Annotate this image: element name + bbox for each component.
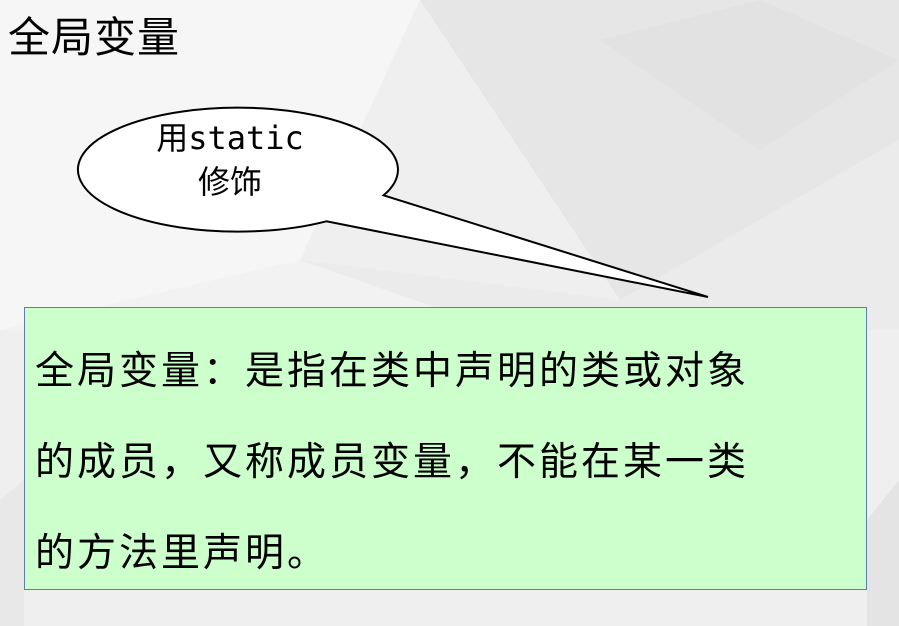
- definition-text: 全局变量：是指在类中声明的类或对象 的成员，又称成员变量，不能在某一类 的方法里…: [35, 326, 866, 599]
- callout-line-2: 修饰: [197, 163, 262, 201]
- definition-box: 全局变量：是指在类中声明的类或对象 的成员，又称成员变量，不能在某一类 的方法里…: [24, 307, 867, 590]
- definition-line-3: 的方法里声明。: [35, 531, 330, 576]
- callout-text: 用static 修饰: [112, 116, 348, 204]
- definition-line-1: 全局变量：是指在类中声明的类或对象: [35, 349, 750, 394]
- callout-line-1: 用static: [156, 119, 304, 157]
- definition-line-2: 的成员，又称成员变量，不能在某一类: [35, 440, 750, 485]
